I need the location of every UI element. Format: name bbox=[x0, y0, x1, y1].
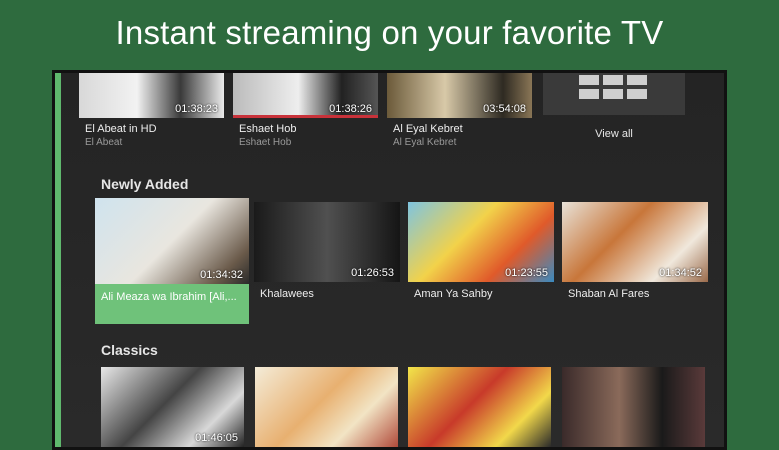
thumbnail: 01:23:55 bbox=[408, 202, 554, 282]
card-subtitle: Al Eyal Kebret bbox=[393, 137, 457, 148]
classics-card-3[interactable] bbox=[408, 367, 551, 447]
duration-label: 03:54:08 bbox=[483, 103, 526, 115]
thumbnail: 01:46:05 bbox=[101, 367, 244, 447]
tv-frame: 01:38:23 El Abeat in HD El Abeat 01:38:2… bbox=[52, 70, 727, 450]
top-row-card-1[interactable]: 01:38:23 El Abeat in HD El Abeat bbox=[79, 73, 224, 153]
duration-label: 01:38:26 bbox=[329, 103, 372, 115]
thumbnail: 01:26:53 bbox=[254, 202, 400, 282]
thumbnail bbox=[255, 367, 398, 447]
thumbnail: 01:38:23 bbox=[79, 73, 224, 118]
top-row-card-2[interactable]: 01:38:26 Eshaet Hob Eshaet Hob bbox=[233, 73, 378, 153]
newly-added-card-2[interactable]: 01:26:53 Khalawees bbox=[254, 202, 400, 307]
duration-label: 01:38:23 bbox=[175, 103, 218, 115]
card-subtitle: Eshaet Hob bbox=[239, 137, 292, 148]
duration-label: 01:34:32 bbox=[200, 269, 243, 281]
newly-added-card-4[interactable]: 01:34:52 Shaban Al Fares bbox=[562, 202, 708, 307]
tv-screen: 01:38:23 El Abeat in HD El Abeat 01:38:2… bbox=[61, 73, 724, 447]
card-subtitle: El Abeat bbox=[85, 137, 123, 148]
thumbnail bbox=[408, 367, 551, 447]
thumbnail bbox=[562, 367, 705, 447]
newly-added-card-3[interactable]: 01:23:55 Aman Ya Sahby bbox=[408, 202, 554, 307]
thumbnail: 01:34:32 bbox=[95, 198, 249, 284]
card-title: Khalawees bbox=[260, 288, 314, 300]
card-title: Eshaet Hob bbox=[239, 123, 297, 135]
row-title-newly-added: Newly Added bbox=[101, 176, 189, 192]
duration-label: 01:34:52 bbox=[659, 267, 702, 279]
classics-card-2[interactable] bbox=[255, 367, 398, 447]
headline: Instant streaming on your favorite TV bbox=[115, 14, 664, 51]
card-title: El Abeat in HD bbox=[85, 123, 157, 135]
classics-card-4[interactable] bbox=[562, 367, 705, 447]
duration-label: 01:26:53 bbox=[351, 267, 394, 279]
duration-label: 01:23:55 bbox=[505, 267, 548, 279]
card-title: Aman Ya Sahby bbox=[414, 288, 493, 300]
thumbnail: 01:38:26 bbox=[233, 73, 378, 118]
row-title-classics: Classics bbox=[101, 342, 158, 358]
view-all-button[interactable]: View all bbox=[543, 73, 685, 185]
thumbnail: 01:34:52 bbox=[562, 202, 708, 282]
card-title: Shaban Al Fares bbox=[568, 288, 650, 300]
duration-label: 01:46:05 bbox=[195, 432, 238, 444]
grid-icon bbox=[579, 73, 651, 103]
view-all-label: View all bbox=[595, 128, 633, 140]
thumbnail: 03:54:08 bbox=[387, 73, 532, 118]
card-title: Ali Meaza wa Ibrahim [Ali,... bbox=[101, 291, 237, 303]
view-all-tile bbox=[543, 73, 685, 115]
card-title: Al Eyal Kebret bbox=[393, 123, 463, 135]
classics-card-1[interactable]: 01:46:05 bbox=[101, 367, 244, 447]
newly-added-card-1[interactable]: 01:34:32 Ali Meaza wa Ibrahim [Ali,... bbox=[95, 198, 249, 324]
top-row-card-3[interactable]: 03:54:08 Al Eyal Kebret Al Eyal Kebret bbox=[387, 73, 532, 153]
